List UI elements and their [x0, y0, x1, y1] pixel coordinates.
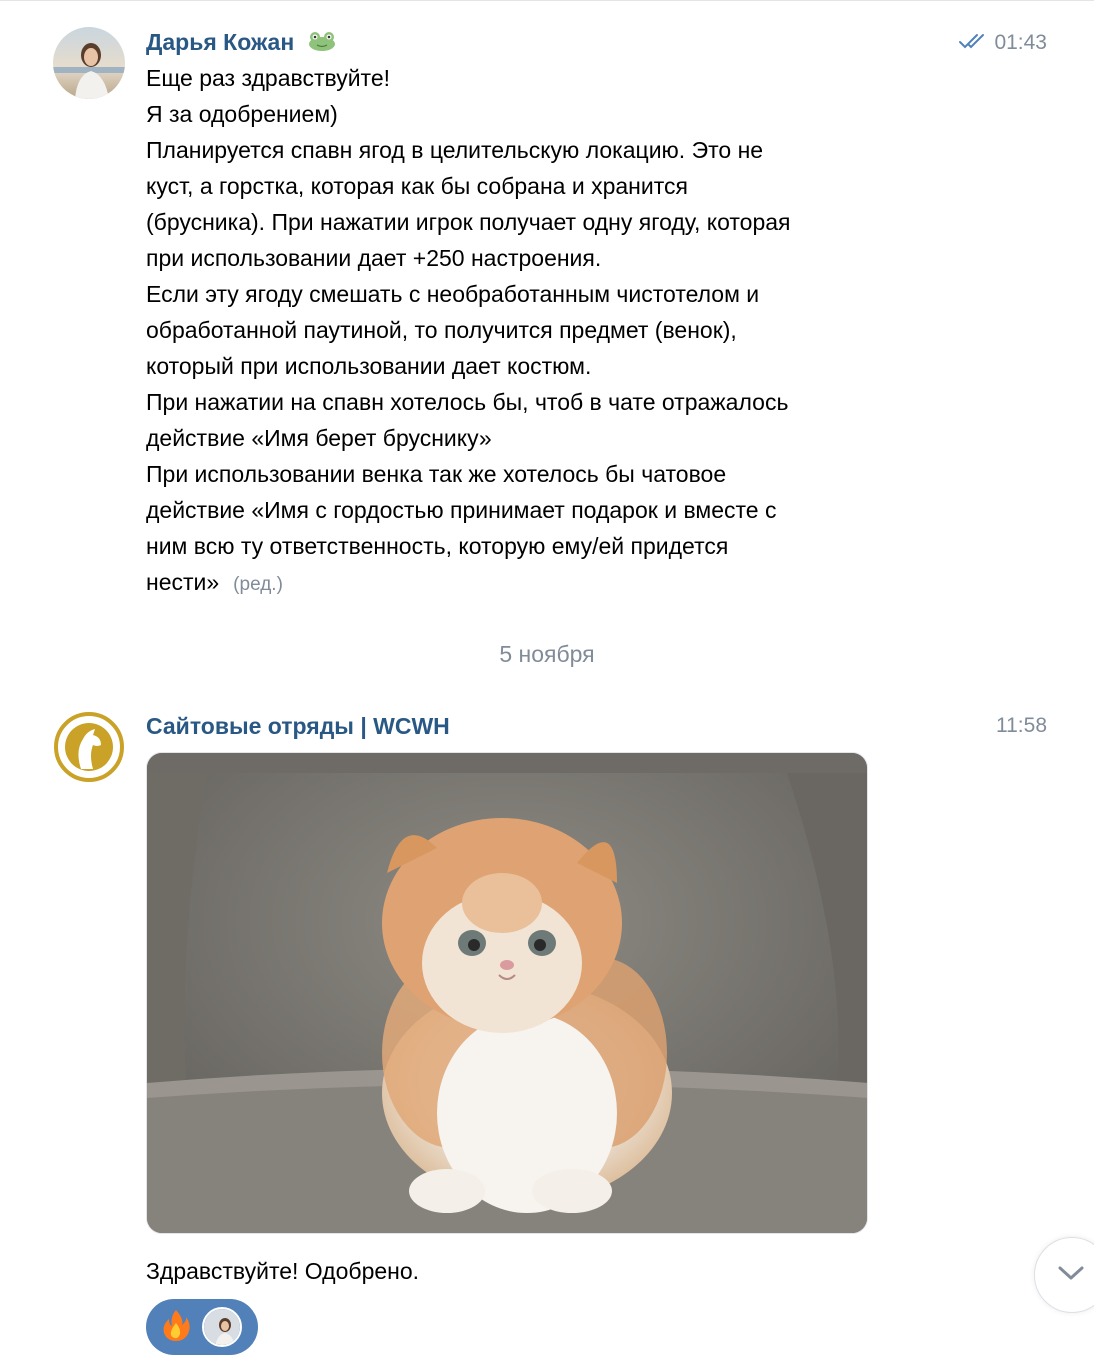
text-line: действие «Имя берет бруснику» [146, 425, 492, 451]
scroll-down-button[interactable] [1034, 1237, 1094, 1313]
double-check-icon [958, 29, 988, 57]
chat-history: Дарья Кожан 01:43 Еще раз здравствуйте! … [0, 0, 1094, 1355]
text-line: куст, а горстка, которая как бы собрана … [146, 173, 688, 199]
text-line: (брусника). При нажатии игрок получает о… [146, 209, 791, 235]
text-line: действие «Имя с гордостью принимает пода… [146, 497, 777, 523]
text-line: Я за одобрением) [146, 101, 338, 127]
date-separator: 5 ноября [499, 641, 595, 667]
message-time[interactable]: 11:58 [996, 712, 1047, 740]
edited-label[interactable]: (ред.) [233, 574, 283, 595]
frog-icon [307, 30, 337, 58]
text-line: который при использовании дает костюм. [146, 353, 592, 379]
kitten-photo[interactable] [146, 752, 868, 1234]
avatar-wcwh-logo[interactable] [53, 711, 125, 783]
author-name[interactable]: Дарья Кожан [146, 28, 337, 58]
text-line: обработанной паутиной, то получится пред… [146, 317, 737, 343]
text-line: Еще раз здравствуйте! [146, 65, 391, 91]
avatar-darya[interactable] [53, 27, 125, 99]
text-line: При нажатии на спавн хотелось бы, чтоб в… [146, 389, 789, 415]
fire-icon [158, 1307, 194, 1348]
reply-text: Здравствуйте! Одобрено. [146, 1258, 420, 1284]
user-avatar [202, 1307, 242, 1347]
message-time[interactable]: 01:43 [958, 29, 1047, 57]
text-line: ним всю ту ответственность, которую ему/… [146, 533, 729, 559]
message-text: Еще раз здравствуйте! Я за одобрением) П… [146, 60, 936, 603]
chevron-down-icon [1057, 1264, 1085, 1287]
text-line: при использовании дает +250 настроения. [146, 245, 602, 271]
reactions-pill[interactable] [146, 1299, 258, 1355]
text-line: Если эту ягоду смешать с необработанным … [146, 281, 760, 307]
author-name[interactable]: Сайтовые отряды | WCWH [146, 712, 450, 740]
text-line: При использовании венка так же хотелось … [146, 461, 727, 487]
text-line: Планируется спавн ягод в целительскую ло… [146, 137, 764, 163]
text-line-last: нести» (ред.) [146, 569, 283, 595]
